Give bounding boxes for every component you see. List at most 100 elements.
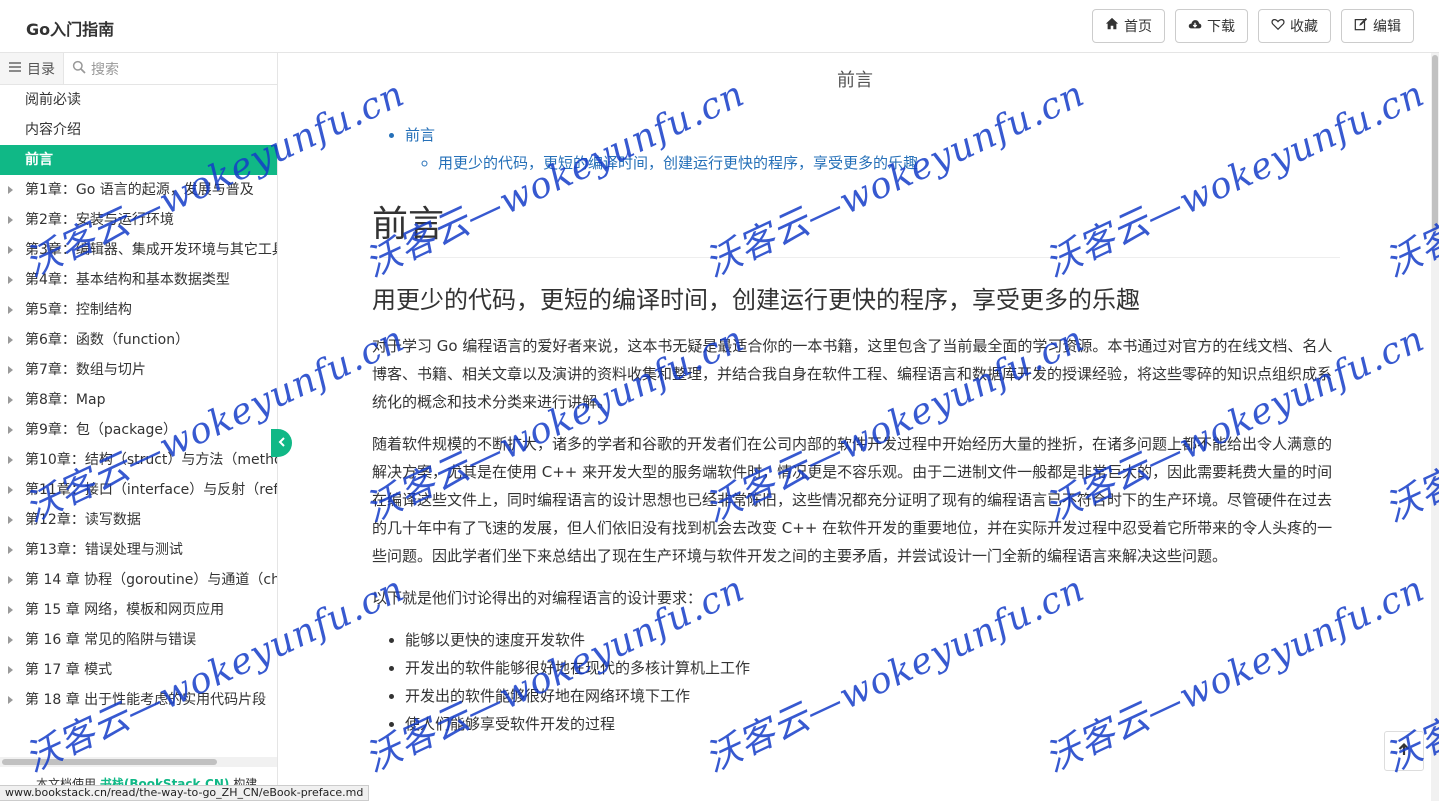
- caret-right-icon[interactable]: [8, 636, 13, 644]
- toc-item[interactable]: 内容介绍: [0, 115, 277, 145]
- book-title[interactable]: Go入门指南: [26, 16, 114, 40]
- tab-search[interactable]: 搜索: [64, 53, 277, 84]
- caret-right-icon[interactable]: [8, 336, 13, 344]
- caret-right-icon[interactable]: [8, 456, 13, 464]
- top-navbar: Go入门指南 首页 下载 收藏 编辑: [0, 0, 1439, 53]
- toc-item-label: 第11章：接口（interface）与反射（reflection）: [25, 482, 277, 498]
- cloud-download-icon: [1188, 17, 1202, 35]
- caret-right-icon[interactable]: [8, 576, 13, 584]
- article-toc-link-preface[interactable]: 前言: [405, 126, 435, 144]
- toc-item-label: 第6章：函数（function）: [25, 332, 190, 348]
- paragraph-background: 随着软件规模的不断扩大，诸多的学者和谷歌的开发者们在公司内部的软件开发过程中开始…: [372, 435, 1333, 565]
- toc-item-label: 第12章：读写数据: [25, 512, 141, 528]
- toc-item[interactable]: 第 14 章 协程（goroutine）与通道（channel）: [0, 565, 277, 595]
- article-toc-item: 前言 用更少的代码，更短的编译时间，创建运行更快的程序，享受更多的乐趣: [405, 121, 1340, 177]
- search-icon: [72, 60, 86, 78]
- toc-item[interactable]: 第6章：函数（function）: [0, 325, 277, 355]
- download-button-label: 下载: [1207, 19, 1235, 35]
- arrow-up-icon: [1397, 742, 1411, 760]
- toc-item-label: 第 14 章 协程（goroutine）与通道（channel）: [25, 572, 277, 588]
- caret-right-icon[interactable]: [8, 216, 13, 224]
- toc-item[interactable]: 第 18 章 出于性能考虑的实用代码片段: [0, 685, 277, 715]
- caret-right-icon[interactable]: [8, 246, 13, 254]
- caret-right-icon[interactable]: [8, 516, 13, 524]
- heart-icon: [1271, 17, 1285, 35]
- favorite-button[interactable]: 收藏: [1258, 9, 1331, 43]
- caret-right-icon[interactable]: [8, 666, 13, 674]
- page-title: 前言: [837, 70, 873, 91]
- requirements-list: 能够以更快的速度开发软件 开发出的软件能够很好地在现代的多核计算机上工作 开发出…: [372, 626, 1340, 738]
- toc-item-label: 第8章：Map: [25, 392, 106, 408]
- toc-item-label: 第 17 章 模式: [25, 662, 113, 678]
- toc-item[interactable]: 第13章：错误处理与测试: [0, 535, 277, 565]
- toc-item[interactable]: 第 17 章 模式: [0, 655, 277, 685]
- article-toc: 前言 用更少的代码，更短的编译时间，创建运行更快的程序，享受更多的乐趣: [372, 121, 1340, 177]
- edit-icon: [1354, 17, 1368, 35]
- sidebar-tabs: 目录 搜索: [0, 53, 277, 85]
- toc-item-label: 第3章：编辑器、集成开发环境与其它工具: [25, 242, 277, 258]
- toc-item-active[interactable]: 前言: [0, 145, 277, 175]
- toc-item[interactable]: 第10章：结构（struct）与方法（method）: [0, 445, 277, 475]
- tab-toc-label: 目录: [27, 61, 55, 78]
- caret-right-icon[interactable]: [8, 606, 13, 614]
- caret-right-icon[interactable]: [8, 486, 13, 494]
- list-item: 开发出的软件能够很好地在现代的多核计算机上工作: [405, 654, 1340, 682]
- caret-right-icon[interactable]: [8, 366, 13, 374]
- caret-right-icon[interactable]: [8, 696, 13, 704]
- toc-item[interactable]: 第2章：安装与运行环境: [0, 205, 277, 235]
- toc-item-label: 第 16 章 常见的陷阱与错误: [25, 632, 197, 648]
- download-button[interactable]: 下载: [1175, 9, 1248, 43]
- article-heading: 前言: [372, 201, 1340, 258]
- toc-item[interactable]: 第4章：基本结构和基本数据类型: [0, 265, 277, 295]
- edit-button-label: 编辑: [1373, 19, 1401, 35]
- toc-item[interactable]: 第 16 章 常见的陷阱与错误: [0, 625, 277, 655]
- toc-item[interactable]: 第11章：接口（interface）与反射（reflection）: [0, 475, 277, 505]
- caret-right-icon[interactable]: [8, 426, 13, 434]
- toc-item-label: 第10章：结构（struct）与方法（method）: [25, 452, 277, 468]
- caret-right-icon[interactable]: [8, 276, 13, 284]
- tab-search-label: 搜索: [91, 61, 119, 78]
- toc-item-label: 第1章：Go 语言的起源，发展与普及: [25, 182, 254, 198]
- toc-item[interactable]: 第3章：编辑器、集成开发环境与其它工具: [0, 235, 277, 265]
- toc-item-label: 前言: [25, 152, 53, 168]
- main-content: 前言 前言 用更少的代码，更短的编译时间，创建运行更快的程序，享受更多的乐趣 前…: [279, 53, 1431, 801]
- header-actions: 首页 下载 收藏 编辑: [1092, 9, 1414, 43]
- toc-item-label: 第13章：错误处理与测试: [25, 542, 183, 558]
- home-button-label: 首页: [1124, 19, 1152, 35]
- article-toc-link-section[interactable]: 用更少的代码，更短的编译时间，创建运行更快的程序，享受更多的乐趣: [438, 154, 918, 172]
- home-button[interactable]: 首页: [1092, 9, 1165, 43]
- toc-item-label: 第2章：安装与运行环境: [25, 212, 174, 228]
- toc-item[interactable]: 第1章：Go 语言的起源，发展与普及: [0, 175, 277, 205]
- edit-button[interactable]: 编辑: [1341, 9, 1414, 43]
- favorite-button-label: 收藏: [1290, 19, 1318, 35]
- toc-list: 阅前必读 内容介绍 前言 第1章：Go 语言的起源，发展与普及 第2章：安装与运行环境第…: [0, 85, 277, 715]
- toc-item[interactable]: 第8章：Map: [0, 385, 277, 415]
- status-bar-url: www.bookstack.cn/read/the-way-to-go_ZH_C…: [0, 785, 370, 801]
- caret-right-icon[interactable]: [8, 186, 13, 194]
- toc-item-label: 内容介绍: [25, 122, 81, 138]
- toc-item[interactable]: 第7章：数组与切片: [0, 355, 277, 385]
- toc-item[interactable]: 第9章：包（package）: [0, 415, 277, 445]
- main-scroll-thumb[interactable]: [1432, 55, 1438, 231]
- list-item: 使人们能够享受软件开发的过程: [405, 710, 1340, 738]
- sidebar-horizontal-scrollbar[interactable]: [0, 757, 277, 767]
- sidebar: 目录 搜索 阅前必读内容介绍前言第1章：Go 语言的起源，发展与普及 第2章：安装…: [0, 53, 278, 801]
- list-item: 能够以更快的速度开发软件: [405, 626, 1340, 654]
- article: 前言 用更少的代码，更短的编译时间，创建运行更快的程序，享受更多的乐趣 前言 用…: [372, 121, 1340, 738]
- toc-item[interactable]: 阅前必读: [0, 85, 277, 115]
- sidebar-scroll-thumb[interactable]: [2, 759, 217, 765]
- caret-right-icon[interactable]: [8, 306, 13, 314]
- toc-item-label: 第7章：数组与切片: [25, 362, 146, 378]
- list-item: 开发出的软件能够很好地在网络环境下工作: [405, 682, 1340, 710]
- back-to-top-button[interactable]: [1384, 731, 1424, 771]
- caret-right-icon[interactable]: [8, 546, 13, 554]
- toc-item-label: 阅前必读: [25, 92, 81, 108]
- tab-toc[interactable]: 目录: [0, 53, 64, 84]
- toc-item-label: 第 18 章 出于性能考虑的实用代码片段: [25, 692, 267, 708]
- toc-item[interactable]: 第5章：控制结构: [0, 295, 277, 325]
- toc-item[interactable]: 第 15 章 网络，模板和网页应用: [0, 595, 277, 625]
- main-vertical-scrollbar[interactable]: [1431, 53, 1439, 801]
- caret-right-icon[interactable]: [8, 396, 13, 404]
- toc-item[interactable]: 第12章：读写数据: [0, 505, 277, 535]
- toc-item-label: 第 15 章 网络，模板和网页应用: [25, 602, 225, 618]
